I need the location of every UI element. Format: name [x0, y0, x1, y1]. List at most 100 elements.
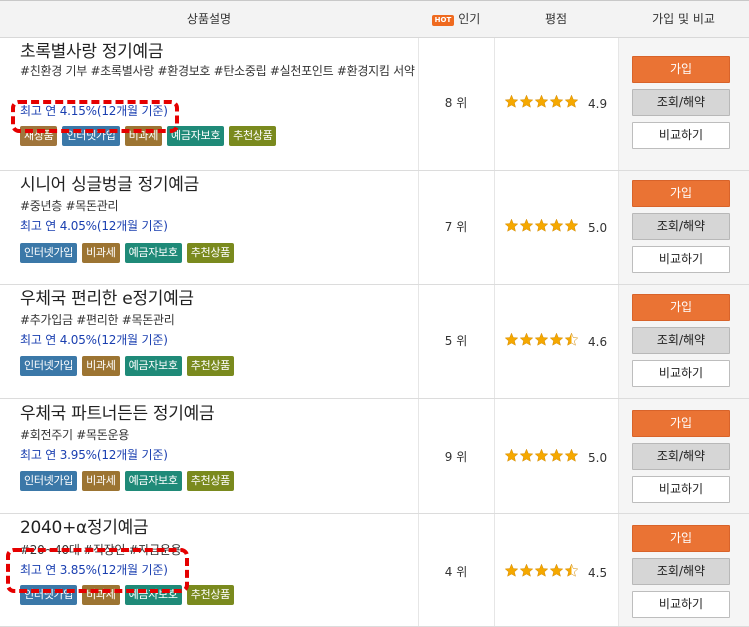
compare-button[interactable]: 비교하기: [632, 591, 730, 618]
divider: [618, 285, 619, 398]
compare-button[interactable]: 비교하기: [632, 246, 730, 273]
product-name[interactable]: 시니어 싱글벙글 정기예금: [20, 170, 199, 195]
star-icon: [549, 448, 564, 467]
rating-score: 4.5: [588, 565, 608, 580]
star-icon: [564, 218, 579, 237]
highlight-rate-1: [11, 100, 179, 133]
product-badges: 인터넷가입 비과세 예금자보호 추천상품: [20, 356, 234, 376]
star-icon: [534, 94, 549, 113]
product-badges: 인터넷가입 비과세 예금자보호 추천상품: [20, 243, 234, 263]
join-button[interactable]: 가입: [632, 410, 730, 437]
star-icon: [504, 94, 519, 113]
join-button[interactable]: 가입: [632, 180, 730, 207]
header-description: 상품설명: [186, 12, 232, 26]
join-button[interactable]: 가입: [632, 525, 730, 552]
star-icon: [549, 332, 564, 351]
product-name[interactable]: 우체국 파트너든든 정기예금: [20, 399, 215, 424]
highlight-rate-5: [6, 548, 189, 593]
hot-icon: HOT: [431, 15, 455, 26]
star-icon: [534, 332, 549, 351]
star-icon: [549, 94, 564, 113]
star-icon: [504, 218, 519, 237]
star-icon: [519, 332, 534, 351]
half-star-icon: [564, 332, 579, 351]
rating: 4.9: [504, 94, 607, 113]
product-row: 시니어 싱글벙글 정기예금 #중년층 #목돈관리최고 연 4.05%(12개월 기…: [0, 171, 749, 285]
star-icon: [564, 448, 579, 467]
product-rate: 최고 연 3.95%(12개월 기준): [20, 448, 168, 462]
compare-button[interactable]: 비교하기: [632, 122, 730, 149]
star-icon: [519, 218, 534, 237]
popularity-rank: 4 위: [444, 565, 468, 579]
divider: [494, 514, 495, 626]
half-star-icon: [564, 563, 579, 582]
star-icon: [504, 563, 519, 582]
rating-score: 4.6: [588, 334, 608, 349]
join-button[interactable]: 가입: [632, 56, 730, 83]
product-tags: #중년층 #목돈관리: [20, 199, 119, 213]
divider: [494, 399, 495, 513]
rating: 5.0: [504, 448, 607, 467]
star-icon: [504, 448, 519, 467]
product-badge: 예금자보호: [124, 471, 182, 491]
inquiry-cancel-button[interactable]: 조회/해약: [632, 89, 730, 116]
star-rating: [504, 218, 579, 237]
popularity-rank: 8 위: [444, 96, 468, 110]
inquiry-cancel-button[interactable]: 조회/해약: [632, 443, 730, 470]
star-rating: [504, 332, 579, 351]
divider: [494, 38, 495, 170]
join-button[interactable]: 가입: [632, 294, 730, 321]
product-badge: 비과세: [82, 243, 120, 263]
product-tags: #추가입금 #편리한 #목돈관리: [20, 313, 175, 327]
product-badge: 비과세: [82, 471, 120, 491]
divider: [494, 285, 495, 398]
divider: [618, 171, 619, 284]
divider: [494, 171, 495, 284]
compare-button[interactable]: 비교하기: [632, 360, 730, 387]
product-name[interactable]: 2040+α정기예금: [20, 513, 149, 538]
product-rate: 최고 연 4.05%(12개월 기준): [20, 219, 168, 233]
divider: [618, 399, 619, 513]
product-badge: 예금자보호: [124, 356, 182, 376]
star-icon: [564, 94, 579, 113]
star-icon: [534, 448, 549, 467]
header-popularity: HOT 인기: [418, 1, 494, 39]
star-icon: [504, 332, 519, 351]
product-badge: 추천상품: [186, 243, 234, 263]
divider: [618, 514, 619, 626]
rating-score: 5.0: [588, 450, 608, 465]
star-icon: [519, 448, 534, 467]
popularity-rank: 9 위: [444, 450, 468, 464]
product-name[interactable]: 초록별사랑 정기예금: [20, 37, 163, 62]
star-rating: [504, 563, 579, 582]
header-actions: 가입 및 비교: [652, 12, 715, 26]
popularity-rank: 5 위: [444, 334, 468, 348]
star-icon: [519, 94, 534, 113]
divider: [618, 38, 619, 170]
product-badge: 인터넷가입: [20, 356, 78, 376]
star-icon: [534, 218, 549, 237]
rating: 4.5: [504, 563, 607, 582]
inquiry-cancel-button[interactable]: 조회/해약: [632, 327, 730, 354]
rating-score: 5.0: [588, 220, 608, 235]
product-name[interactable]: 우체국 편리한 e정기예금: [20, 284, 194, 309]
product-row: 우체국 파트너든든 정기예금 #회전주기 #목돈운용 최고 연 3.95%(12개월…: [0, 399, 749, 514]
popularity-rank: 7 위: [444, 220, 468, 234]
product-row: 우체국 편리한 e정기예금 #추가입금 #편리한 #목돈관리 최고 연 4.05%(…: [0, 285, 749, 399]
rating-score: 4.9: [588, 96, 608, 111]
inquiry-cancel-button[interactable]: 조회/해약: [632, 558, 730, 585]
star-rating: [504, 448, 579, 467]
product-badge: 인터넷가입: [20, 243, 78, 263]
product-badges: 인터넷가입 비과세 예금자보호 추천상품: [20, 471, 234, 491]
compare-button[interactable]: 비교하기: [632, 476, 730, 503]
rating: 5.0: [504, 218, 607, 237]
star-rating: [504, 94, 579, 113]
header-popularity-label: 인기: [458, 12, 481, 26]
product-badge: 인터넷가입: [20, 471, 78, 491]
header-rating: 평점: [544, 12, 568, 26]
product-badge: 예금자보호: [124, 243, 182, 263]
inquiry-cancel-button[interactable]: 조회/해약: [632, 213, 730, 240]
star-icon: [549, 218, 564, 237]
star-icon: [549, 563, 564, 582]
product-badge: 추천상품: [186, 356, 234, 376]
